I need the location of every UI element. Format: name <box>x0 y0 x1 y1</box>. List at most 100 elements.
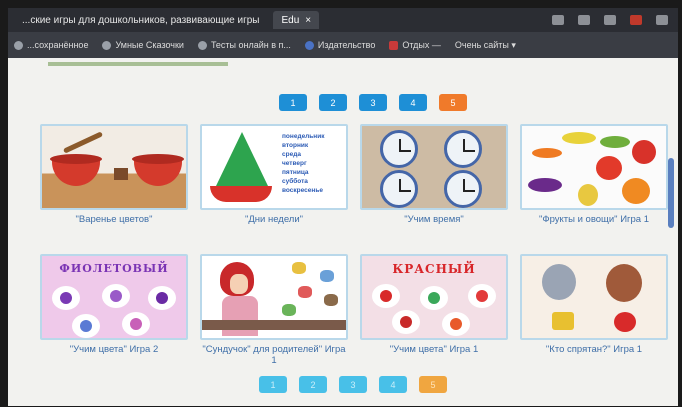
game-card[interactable]: "Варенье цветов" <box>40 124 188 225</box>
game-thumbnail-sailboat[interactable]: понедельник вторник среда четверг пятниц… <box>200 124 348 210</box>
color-heading: ФИОЛЕТОВЫЙ <box>59 262 169 275</box>
orange-icon <box>622 178 650 204</box>
item-circle <box>102 284 130 308</box>
weekday-word: четверг <box>282 160 307 167</box>
bookmark-item[interactable]: Издательство <box>304 40 376 50</box>
pdf-icon[interactable] <box>630 15 642 25</box>
game-thumbnail-berries[interactable] <box>40 124 188 210</box>
game-title[interactable]: "Варенье цветов" <box>40 214 188 225</box>
globe-icon <box>304 40 314 50</box>
game-title[interactable]: "Сундучок" для родителей" Игра 1 <box>200 344 348 366</box>
item-circle <box>468 284 496 308</box>
page-button-1[interactable]: 1 <box>259 376 287 393</box>
item-circle <box>372 284 400 308</box>
game-card[interactable]: ФИОЛЕТОВЫЙ "Учим цвета" Игра 2 <box>40 254 188 355</box>
game-card[interactable]: "Учим время" <box>360 124 508 225</box>
page-button-1[interactable]: 1 <box>279 94 307 111</box>
game-thumbnail-violet[interactable]: ФИОЛЕТОВЫЙ <box>40 254 188 340</box>
item-circle <box>72 314 100 338</box>
bookmark-label: Умные Сказочки <box>115 40 184 50</box>
bookmark-item[interactable]: ...сохранённое <box>14 40 88 50</box>
item-circle <box>148 286 176 310</box>
page-button-2[interactable]: 2 <box>299 376 327 393</box>
bookmark-icon[interactable] <box>552 15 564 25</box>
face-shape <box>230 274 248 294</box>
globe-icon <box>102 40 112 50</box>
page-button-2[interactable]: 2 <box>319 94 347 111</box>
weekday-word: суббота <box>282 178 308 185</box>
color-heading: КРАСНЫЙ <box>392 262 476 276</box>
weekday-list: понедельник вторник среда четверг пятниц… <box>282 132 324 195</box>
body-shape <box>222 296 258 336</box>
weekday-word: понедельник <box>282 133 325 140</box>
game-card[interactable]: КРАСНЫЙ "Учим цвета" Игра 1 <box>360 254 508 355</box>
browser-tabbar: ...ские игры для дошкольников, развивающ… <box>8 8 678 32</box>
game-thumbnail-red[interactable]: КРАСНЫЙ <box>360 254 508 340</box>
bear-toy-icon <box>606 264 642 302</box>
eggplant-icon <box>528 178 562 192</box>
scrollbar[interactable] <box>668 158 674 228</box>
game-title[interactable]: "Учим цвета" Игра 1 <box>360 344 508 355</box>
weekday-word: пятница <box>282 169 309 176</box>
cucumber-icon <box>600 136 630 148</box>
item-icon <box>298 286 312 298</box>
game-title[interactable]: "Учим время" <box>360 214 508 225</box>
pepper-icon <box>632 140 656 164</box>
pagination-top: 1 2 3 4 5 <box>38 94 678 111</box>
page-button-3[interactable]: 3 <box>339 376 367 393</box>
game-title[interactable]: "Учим цвета" Игра 2 <box>40 344 188 355</box>
game-thumbnail-lady[interactable] <box>200 254 348 340</box>
table-shape <box>202 320 346 330</box>
item-circle <box>392 310 420 334</box>
item-circle <box>122 312 150 336</box>
game-card[interactable]: "Фрукты и овощи" Игра 1 <box>520 124 668 225</box>
game-thumbnail-fruits[interactable] <box>520 124 668 210</box>
page-button-3[interactable]: 3 <box>359 94 387 111</box>
bookmark-label: Издательство <box>317 40 376 50</box>
game-title[interactable]: "Кто спрятан?" Игра 1 <box>520 344 668 355</box>
bookmark-label: ...сохранённое <box>27 40 89 50</box>
browser-tab[interactable]: ...ские игры для дошкольников, развивающ… <box>14 11 267 29</box>
menu-icon[interactable] <box>656 15 668 25</box>
game-card[interactable]: "Сундучок" для родителей" Игра 1 <box>200 254 348 366</box>
weekday-word: воскресенье <box>282 187 323 194</box>
game-thumbnail-clocks[interactable] <box>360 124 508 210</box>
sail-shape <box>216 132 268 186</box>
site-icon <box>389 40 399 50</box>
item-circle <box>442 312 470 336</box>
bookmark-label: Тесты онлайн в п... <box>210 40 291 50</box>
spoon-shape <box>62 131 104 154</box>
game-title[interactable]: "Фрукты и овощи" Игра 1 <box>520 214 668 225</box>
globe-icon <box>197 40 207 50</box>
tab-title: ...ские игры для дошкольников, развивающ… <box>22 14 260 26</box>
page-button-5-current[interactable]: 5 <box>419 376 447 393</box>
page-button-5-current[interactable]: 5 <box>439 94 467 111</box>
game-title[interactable]: "Дни недели" <box>200 214 348 225</box>
item-icon <box>320 270 334 282</box>
game-card[interactable]: понедельник вторник среда четверг пятниц… <box>200 124 348 225</box>
item-icon <box>292 262 306 274</box>
bowl-shape <box>132 154 184 186</box>
close-icon[interactable]: × <box>305 15 311 26</box>
folder-icon <box>14 40 23 50</box>
game-card[interactable]: "Кто спрятан?" Игра 1 <box>520 254 668 355</box>
browser-tab-active[interactable]: Edu × <box>273 11 320 29</box>
item-circle <box>52 286 80 310</box>
clock-icon <box>444 170 482 208</box>
page-button-4[interactable]: 4 <box>379 376 407 393</box>
item-icon <box>282 304 296 316</box>
toolbar-icons <box>552 15 678 25</box>
bookmarks-bar: ...сохранённое Умные Сказочки Тесты онла… <box>8 32 678 58</box>
extension-icon[interactable] <box>604 15 616 25</box>
berry-icon <box>614 312 636 332</box>
page-button-4[interactable]: 4 <box>399 94 427 111</box>
bookmark-item[interactable]: Умные Сказочки <box>102 40 184 50</box>
bookmark-item[interactable]: Тесты онлайн в п... <box>197 40 291 50</box>
bookmark-item[interactable]: Отдых — <box>389 40 441 50</box>
bookmark-item[interactable]: Очень сайты ▾ <box>455 40 516 51</box>
pear-icon <box>578 184 598 206</box>
carrot-icon <box>532 148 562 158</box>
profile-icon[interactable] <box>578 15 590 25</box>
game-thumbnail-toys[interactable] <box>520 254 668 340</box>
pagination-bottom: 1 2 3 4 5 <box>18 376 678 393</box>
